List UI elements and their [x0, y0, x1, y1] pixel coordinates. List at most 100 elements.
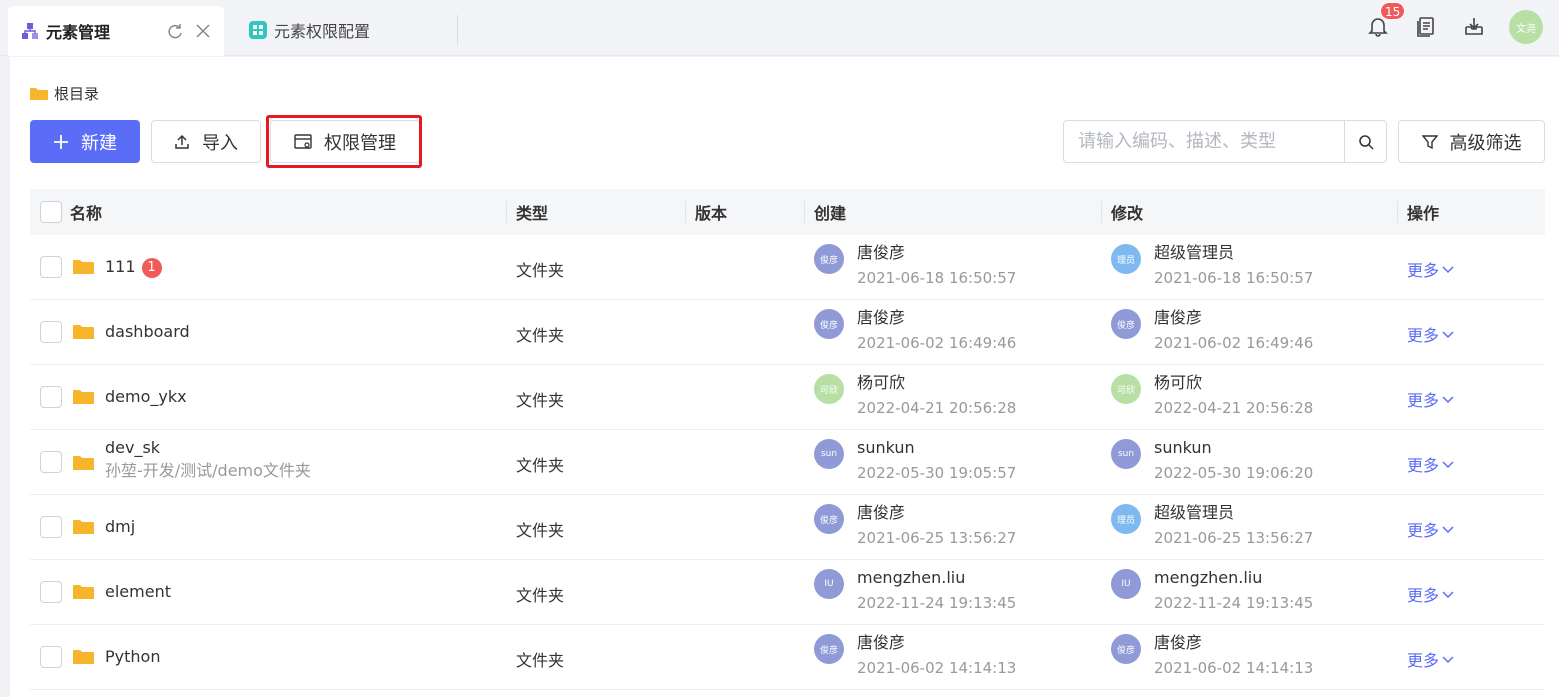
modifier-avatar: 理员: [1111, 244, 1141, 274]
table-row[interactable]: dashboard 文件夹 俊彦 唐俊彦 2021-06-02 16:49:46…: [30, 300, 1545, 365]
column-name[interactable]: 名称: [70, 189, 102, 235]
creator-info: 可欣 杨可欣 2022-04-21 20:56:28: [814, 371, 1016, 421]
tab-element-permission-config[interactable]: 元素权限配置: [236, 15, 458, 45]
modified-time: 2021-06-18 16:50:57: [1154, 269, 1314, 287]
new-button[interactable]: 新建: [30, 120, 140, 163]
row-checkbox[interactable]: [40, 256, 62, 278]
row-name[interactable]: Python: [105, 647, 160, 666]
row-name-cell[interactable]: demo_ykx: [105, 387, 187, 406]
folder-icon: [30, 87, 48, 100]
chevron-down-icon: [1442, 331, 1454, 339]
modifier-info: IU mengzhen.liu 2022-11-24 19:13:45: [1111, 566, 1313, 616]
row-name[interactable]: element: [105, 582, 171, 601]
created-time: 2022-11-24 19:13:45: [857, 594, 1017, 612]
table-row[interactable]: demo_ykx 文件夹 可欣 杨可欣 2022-04-21 20:56:28 …: [30, 365, 1545, 430]
column-version[interactable]: 版本: [685, 189, 727, 235]
more-actions-dropdown[interactable]: 更多: [1407, 582, 1455, 606]
refresh-icon[interactable]: [166, 22, 184, 40]
folder-icon: [73, 650, 94, 664]
row-name-cell[interactable]: 111 1: [105, 257, 162, 278]
import-button[interactable]: 导入: [151, 120, 261, 163]
more-label: 更多: [1407, 521, 1440, 540]
creator-avatar: 俊彦: [814, 504, 844, 534]
modified-time: 2022-11-24 19:13:45: [1154, 594, 1314, 612]
plus-icon: [53, 134, 69, 150]
table-row[interactable]: dmj 文件夹 俊彦 唐俊彦 2021-06-25 13:56:27 理员 超级…: [30, 495, 1545, 560]
row-checkbox[interactable]: [40, 646, 62, 668]
more-actions-dropdown[interactable]: 更多: [1407, 322, 1455, 346]
modifier-avatar: IU: [1111, 569, 1141, 599]
advanced-filter-button[interactable]: 高级筛选: [1398, 120, 1545, 163]
creator-avatar: 俊彦: [814, 309, 844, 339]
creator-name: 唐俊彦: [857, 503, 906, 522]
created-time: 2022-04-21 20:56:28: [857, 399, 1017, 417]
select-all-checkbox[interactable]: [40, 201, 62, 223]
breadcrumb-root: 根目录: [54, 85, 100, 103]
modified-time: 2021-06-02 14:14:13: [1154, 659, 1314, 677]
hierarchy-icon: [20, 21, 40, 41]
document-button[interactable]: [1414, 14, 1438, 38]
row-name[interactable]: dev_sk: [105, 438, 160, 457]
creator-info: sun sunkun 2022-05-30 19:05:57: [814, 436, 1016, 486]
row-checkbox[interactable]: [40, 451, 62, 473]
folder-icon: [73, 520, 94, 534]
content-panel: 根目录 新建 导入 权限管理 高级筛选 名称: [10, 57, 1559, 697]
row-name[interactable]: 111: [105, 257, 136, 276]
table-row[interactable]: element 文件夹 IU mengzhen.liu 2022-11-24 1…: [30, 560, 1545, 625]
chevron-down-icon: [1442, 266, 1454, 274]
table-row[interactable]: 111 1 文件夹 俊彦 唐俊彦 2021-06-18 16:50:57 理员 超…: [30, 235, 1545, 300]
more-label: 更多: [1407, 651, 1440, 670]
created-time: 2021-06-02 14:14:13: [857, 659, 1017, 677]
row-name[interactable]: demo_ykx: [105, 387, 187, 406]
user-avatar[interactable]: 文尧: [1509, 10, 1543, 44]
search-button[interactable]: [1344, 121, 1386, 162]
close-icon[interactable]: [194, 22, 212, 40]
row-checkbox[interactable]: [40, 321, 62, 343]
chevron-down-icon: [1442, 461, 1454, 469]
modifier-avatar: 俊彦: [1111, 309, 1141, 339]
modifier-info: 俊彦 唐俊彦 2021-06-02 14:14:13: [1111, 631, 1313, 681]
creator-name: 杨可欣: [857, 373, 906, 392]
notification-button[interactable]: 15: [1366, 2, 1406, 38]
more-actions-dropdown[interactable]: 更多: [1407, 452, 1455, 476]
row-name[interactable]: dmj: [105, 517, 135, 536]
search-box: [1063, 120, 1387, 163]
tab-element-management[interactable]: 元素管理: [8, 6, 224, 56]
folder-icon: [73, 260, 94, 274]
row-name-cell[interactable]: dashboard: [105, 322, 190, 341]
column-modified[interactable]: 修改: [1101, 189, 1143, 235]
modified-time: 2022-05-30 19:06:20: [1154, 464, 1314, 482]
row-checkbox[interactable]: [40, 386, 62, 408]
row-name-cell[interactable]: dmj: [105, 517, 135, 536]
row-checkbox[interactable]: [40, 581, 62, 603]
table-row[interactable]: dev_sk 孙堃-开发/测试/demo文件夹 文件夹 sun sunkun 2…: [30, 430, 1545, 495]
folder-icon: [73, 585, 94, 599]
row-checkbox[interactable]: [40, 516, 62, 538]
more-actions-dropdown[interactable]: 更多: [1407, 387, 1455, 411]
row-name-cell[interactable]: Python: [105, 647, 160, 666]
table-row[interactable]: Python 文件夹 俊彦 唐俊彦 2021-06-02 14:14:13 俊彦…: [30, 625, 1545, 690]
modifier-info: 俊彦 唐俊彦 2021-06-02 16:49:46: [1111, 306, 1313, 356]
row-name-cell[interactable]: dev_sk 孙堃-开发/测试/demo文件夹: [105, 438, 311, 481]
download-button[interactable]: [1462, 14, 1486, 38]
column-type[interactable]: 类型: [506, 189, 548, 235]
row-name[interactable]: dashboard: [105, 322, 190, 341]
more-actions-dropdown[interactable]: 更多: [1407, 257, 1455, 281]
column-created[interactable]: 创建: [804, 189, 846, 235]
row-type: 文件夹: [516, 651, 565, 670]
tab-bar: 元素管理 元素权限配置 15 文尧: [0, 0, 1559, 56]
more-label: 更多: [1407, 456, 1440, 475]
row-name-cell[interactable]: element: [105, 582, 171, 601]
breadcrumb[interactable]: 根目录: [30, 83, 99, 104]
modifier-name: mengzhen.liu: [1154, 568, 1263, 587]
more-actions-dropdown[interactable]: 更多: [1407, 647, 1455, 671]
modifier-name: 唐俊彦: [1154, 308, 1203, 327]
search-input[interactable]: [1064, 121, 1344, 162]
modifier-info: 理员 超级管理员 2021-06-25 13:56:27: [1111, 501, 1313, 551]
row-type: 文件夹: [516, 586, 565, 605]
tab-label: 元素权限配置: [274, 22, 371, 41]
modifier-name: 超级管理员: [1154, 243, 1235, 262]
more-actions-dropdown[interactable]: 更多: [1407, 517, 1455, 541]
folder-icon: [73, 456, 94, 470]
creator-info: 俊彦 唐俊彦 2021-06-02 14:14:13: [814, 631, 1016, 681]
